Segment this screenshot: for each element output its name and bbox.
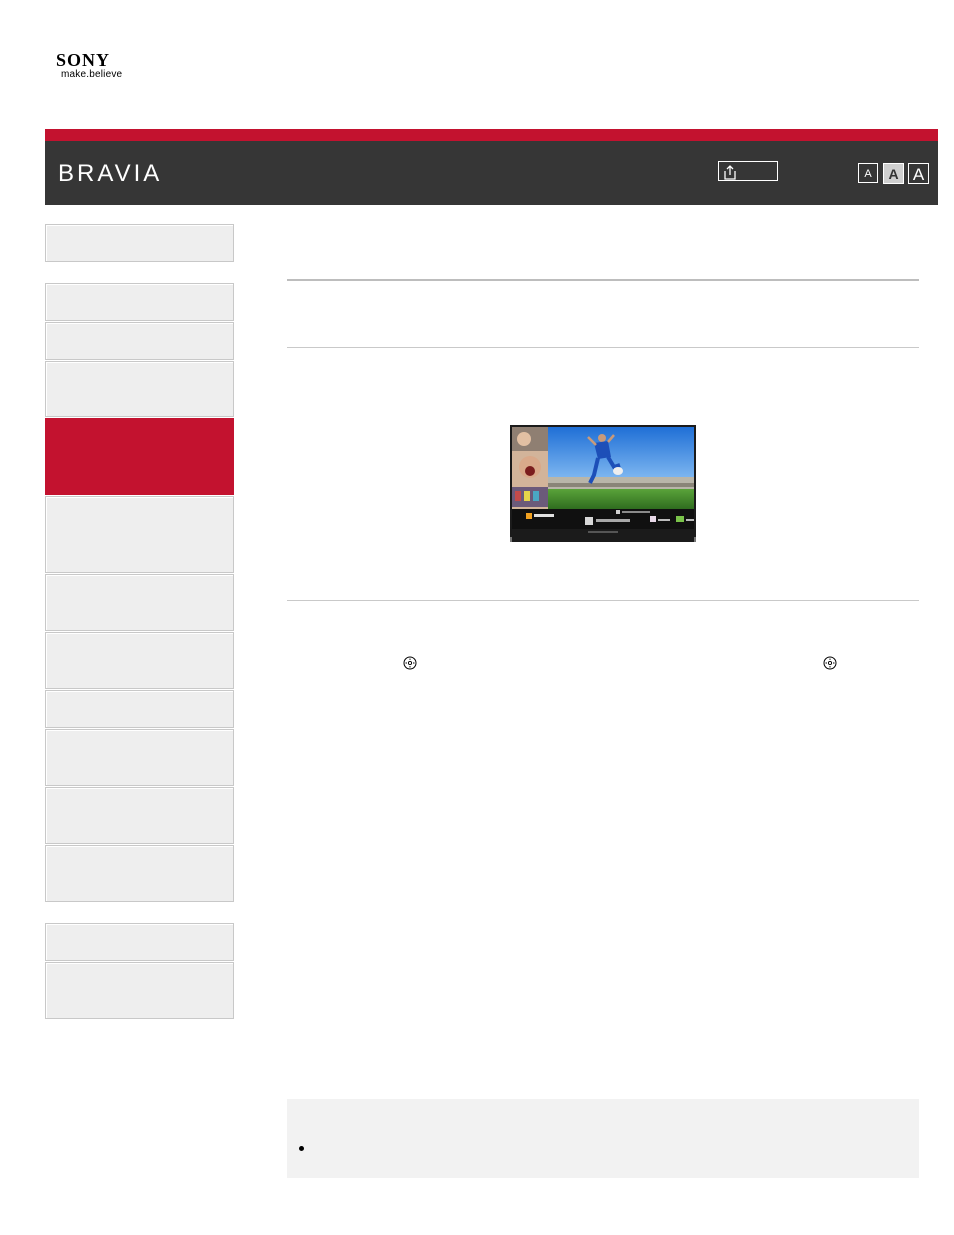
note-box — [287, 1099, 919, 1178]
font-size-medium-button[interactable]: A — [883, 163, 904, 184]
section-divider — [287, 600, 919, 601]
sidebar-item[interactable] — [45, 845, 234, 902]
product-brand-title: BRAVIA — [58, 160, 163, 187]
sidebar-item[interactable] — [45, 787, 234, 844]
title-divider — [287, 279, 919, 281]
print-icon — [724, 165, 736, 180]
header-band — [45, 141, 938, 205]
sidebar-item[interactable] — [45, 729, 234, 786]
remote-enter-icon — [823, 656, 837, 670]
print-button[interactable] — [718, 161, 778, 181]
sidebar-item[interactable] — [45, 923, 234, 961]
sidebar-item[interactable] — [45, 361, 234, 417]
sidebar-item[interactable] — [45, 962, 234, 1019]
sidebar-item[interactable] — [45, 322, 234, 360]
sony-logo: SONY — [56, 50, 111, 70]
sidebar-item-top[interactable] — [45, 224, 234, 262]
note-bullet — [299, 1146, 304, 1151]
sidebar-item[interactable] — [45, 690, 234, 728]
sidebar-item[interactable] — [45, 632, 234, 689]
section-divider — [287, 347, 919, 348]
sony-tagline: make.believe — [61, 69, 123, 80]
sidebar-item[interactable] — [45, 283, 234, 321]
remote-enter-icon — [403, 656, 417, 670]
font-size-small-button[interactable]: A — [858, 163, 878, 183]
tv-illustration — [510, 425, 696, 542]
header-accent-bar — [45, 129, 938, 141]
sidebar-item[interactable] — [45, 496, 234, 573]
font-size-large-button[interactable]: A — [908, 163, 929, 184]
sidebar-item[interactable] — [45, 574, 234, 631]
sidebar-item-active[interactable] — [45, 418, 234, 495]
